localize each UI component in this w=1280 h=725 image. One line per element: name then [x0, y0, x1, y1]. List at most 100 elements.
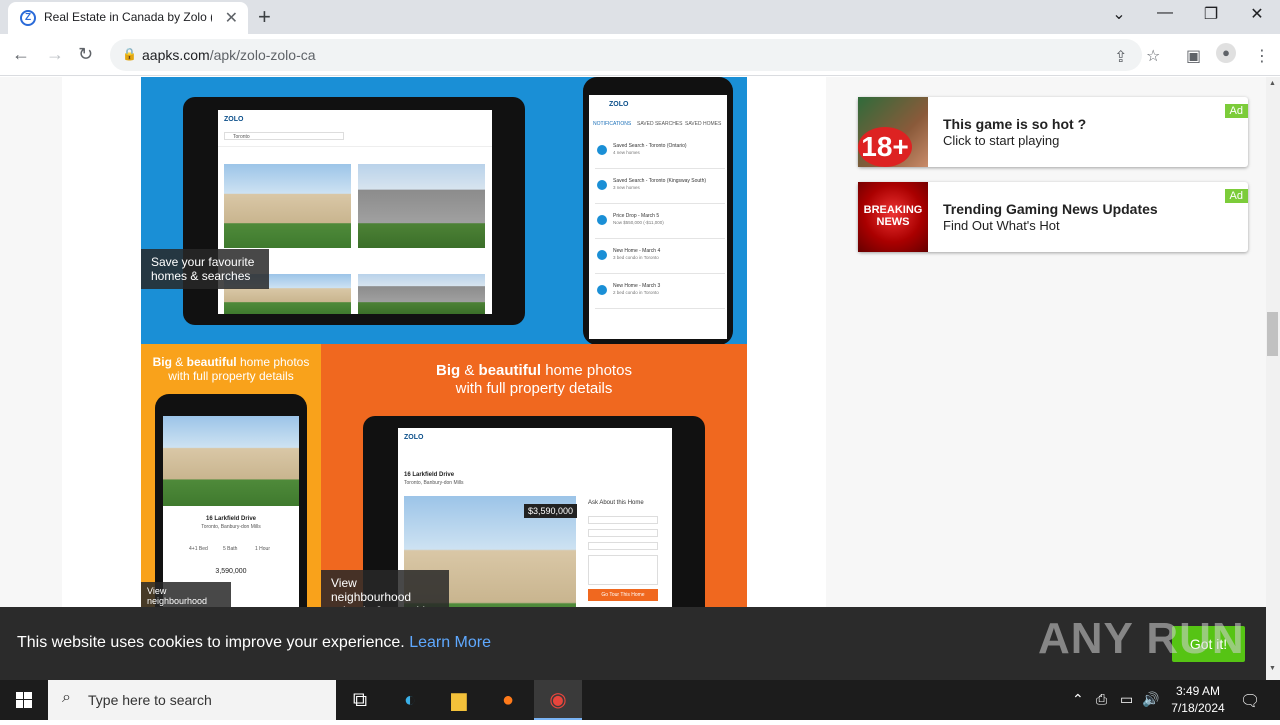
- file-explorer-icon[interactable]: ▆: [435, 680, 483, 720]
- notification-sub: 3 new homes: [613, 185, 640, 190]
- network-icon[interactable]: ▭: [1120, 691, 1133, 708]
- notification-icon: [597, 285, 607, 295]
- listing-baths: 5 Bath: [223, 546, 238, 552]
- name-field[interactable]: [588, 516, 658, 524]
- house-photo: [224, 164, 351, 248]
- clock-time: 3:49 AM: [1175, 684, 1221, 698]
- menu-kebab-icon[interactable]: ⋮: [1254, 46, 1270, 66]
- scrollbar-thumb[interactable]: [1267, 312, 1278, 356]
- phone-device: 16 Larkfield Drive Toronto, Banbury-don …: [155, 394, 307, 607]
- tab-search-dropdown-icon[interactable]: ⌄: [1096, 4, 1142, 24]
- zolo-favicon-icon: Z: [20, 10, 36, 26]
- phone-field[interactable]: [588, 542, 658, 550]
- phone-screen: 16 Larkfield Drive Toronto, Banbury-don …: [163, 416, 299, 607]
- scroll-up-icon[interactable]: ▲: [1269, 80, 1276, 87]
- tab-close-icon[interactable]: ✕: [225, 8, 238, 28]
- tablet-search-field: Toronto: [224, 132, 344, 140]
- notification-item: Saved Search - Toronto (Ontario) 4 new ho…: [595, 139, 725, 169]
- bookmark-star-icon[interactable]: ☆: [1146, 46, 1160, 66]
- listing-area: Toronto, Banbury-don Mills: [404, 480, 464, 486]
- notification-item: New Home - March 43 bed condo in Toronto: [595, 244, 725, 274]
- notification-icon: [597, 215, 607, 225]
- profile-avatar-icon[interactable]: ●: [1216, 43, 1236, 63]
- house-photo: [358, 274, 485, 314]
- go-tour-button[interactable]: Go Tour This Home: [588, 589, 658, 601]
- app-screenshot-photos-phone[interactable]: Big & beautiful home photos with full pr…: [141, 344, 321, 607]
- network-usb-icon[interactable]: ⎙: [1096, 691, 1107, 708]
- notification-item: Price Drop - March 5 Now $550,000 (-$11,0…: [595, 209, 725, 239]
- app-screenshot-photos-tablet[interactable]: Big & beautiful home photos with full pro…: [321, 344, 747, 607]
- house-photo: [163, 416, 299, 506]
- screenshot-caption: Save your favourite homes & searches: [141, 249, 269, 289]
- side-panel-icon[interactable]: ▣: [1186, 46, 1201, 66]
- forward-arrow-icon[interactable]: →: [46, 44, 64, 65]
- listing-address: 16 Larkfield Drive: [404, 472, 455, 478]
- email-field[interactable]: [588, 529, 658, 537]
- reload-icon[interactable]: ↻: [78, 44, 93, 65]
- windows-logo-icon: [16, 692, 32, 708]
- phone-tab-saved-searches[interactable]: SAVED SEARCHES: [637, 121, 682, 127]
- tablet-divider: [218, 146, 492, 147]
- browser-toolbar: ← → ↻ 🔒 aapks.com/apk/zolo-zolo-ca ⇪ ☆ ▣…: [0, 34, 1280, 76]
- listing-area: Toronto, Banbury-don Mills: [201, 524, 261, 530]
- taskbar-clock[interactable]: 3:49 AM 7/18/2024: [1160, 683, 1236, 717]
- search-icon: ⌕: [62, 689, 71, 706]
- url-text: aapks.com/apk/zolo-zolo-ca: [142, 47, 316, 63]
- message-field[interactable]: [588, 555, 658, 585]
- minimize-button[interactable]: —: [1142, 4, 1188, 22]
- back-arrow-icon[interactable]: ←: [12, 44, 30, 65]
- listing-beds: 4+1 Bed: [189, 546, 208, 552]
- notification-item: Saved Search - Toronto (Kingsway South) 3…: [595, 174, 725, 204]
- cookie-message: This website uses cookies to improve you…: [17, 634, 492, 651]
- ad-breaking-news-text: BREAKING NEWS: [863, 204, 923, 228]
- window-close-button[interactable]: ✕: [1234, 4, 1280, 24]
- ad-subtitle: Click to start playing: [943, 133, 1060, 148]
- tab-title: Real Estate in Canada by Zolo (c: [44, 10, 212, 24]
- ad-subtitle: Find Out What's Hot: [943, 218, 1060, 233]
- edge-icon[interactable]: ◐: [386, 680, 434, 720]
- price-label: $3,590,000: [524, 504, 578, 518]
- tablet-search-text: Toronto: [233, 134, 250, 140]
- listing-price: 3,590,000: [215, 568, 247, 575]
- share-icon[interactable]: ⇪: [1114, 47, 1127, 67]
- ad-18plus-text: 18+: [858, 127, 912, 167]
- page-scrollbar[interactable]: ▲ ▼: [1266, 77, 1280, 680]
- ad-headline: Trending Gaming News Updates: [943, 201, 1158, 217]
- restore-button[interactable]: ❐: [1188, 4, 1234, 24]
- notification-icon: [597, 180, 607, 190]
- browser-tab[interactable]: Z Real Estate in Canada by Zolo (c ✕: [8, 2, 248, 34]
- task-view-icon[interactable]: ⧉: [336, 680, 384, 720]
- phone-tab-saved-homes[interactable]: SAVED HOMES: [685, 121, 721, 127]
- ad-card-news[interactable]: BREAKING NEWS Trending Gaming News Updat…: [858, 182, 1248, 252]
- notification-title: New Home - March 3: [613, 283, 661, 289]
- notification-sub: 4 new homes: [613, 150, 640, 155]
- learn-more-link[interactable]: Learn More: [409, 634, 491, 651]
- house-photo: [358, 164, 485, 248]
- new-tab-button[interactable]: +: [258, 4, 271, 30]
- ad-image: BREAKING NEWS: [858, 182, 928, 252]
- phone-tab-notifications[interactable]: NOTIFICATIONS: [593, 121, 631, 127]
- notification-icon: [597, 145, 607, 155]
- listing-address: 16 Larkfield Drive: [205, 516, 257, 522]
- start-button[interactable]: [0, 680, 48, 720]
- ad-headline: This game is so hot ?: [943, 116, 1087, 132]
- app-screenshot-saved[interactable]: ZOLO Toronto ZOLO NOTIFICATIONS SAVED SE…: [141, 77, 747, 344]
- screenshot-caption: View neighbourhood schools & amenities: [321, 570, 449, 607]
- zolo-logo: ZOLO: [609, 101, 629, 108]
- notification-sub: Now $550,000 (-$11,000): [613, 220, 664, 225]
- listing-hour: 1 Hour: [255, 546, 271, 552]
- chrome-icon[interactable]: ◉: [534, 680, 582, 720]
- tray-chevron-icon[interactable]: ⌃: [1072, 691, 1084, 708]
- tab-strip: Z Real Estate in Canada by Zolo (c ✕ + ⌄…: [0, 0, 1280, 34]
- clock-date: 7/18/2024: [1171, 701, 1225, 715]
- notification-center-icon[interactable]: 🗨: [1240, 691, 1260, 711]
- firefox-icon[interactable]: ●: [484, 680, 532, 720]
- taskbar-search-box[interactable]: ⌕ Type here to search: [48, 680, 336, 720]
- address-bar[interactable]: 🔒 aapks.com/apk/zolo-zolo-ca ⇪: [110, 39, 1142, 71]
- volume-icon[interactable]: 🔊: [1142, 691, 1159, 708]
- notification-title: Price Drop - March 5: [613, 213, 660, 219]
- windows-taskbar: ⌕ Type here to search ⧉ ◐ ▆ ● ◉ ⌃ ⎙ ▭ 🔊 …: [0, 680, 1280, 720]
- anyrun-watermark: ANY RUN: [1038, 614, 1245, 663]
- scroll-down-icon[interactable]: ▼: [1269, 665, 1276, 672]
- ad-card-game[interactable]: 18+ This game is so hot ? Click to start…: [858, 97, 1248, 167]
